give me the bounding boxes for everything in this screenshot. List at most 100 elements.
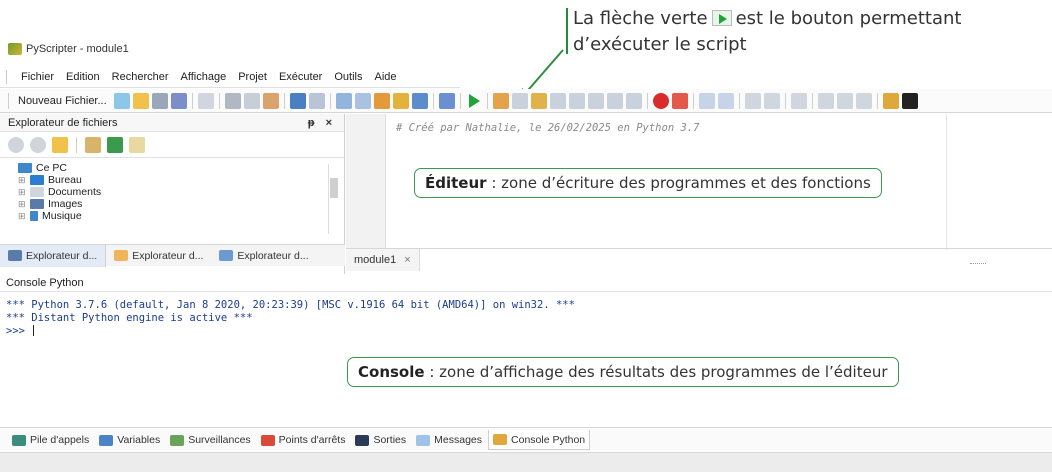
folder-up-icon[interactable] — [52, 136, 68, 153]
toggle-breakpoint-icon[interactable] — [671, 92, 688, 109]
expand-icon[interactable]: ⊞ — [18, 199, 26, 210]
copy-icon[interactable] — [243, 92, 260, 109]
forward-icon[interactable] — [717, 92, 734, 109]
indent-icon[interactable] — [744, 92, 761, 109]
menu-affichage[interactable]: Affichage — [175, 71, 233, 83]
new-file-button[interactable]: Nouveau Fichier... — [14, 95, 111, 107]
pane-pin-close-controls[interactable]: ᵽ × — [308, 117, 336, 129]
view-icon[interactable] — [85, 136, 101, 153]
redo-icon[interactable] — [308, 92, 325, 109]
tree-item-bureau[interactable]: ⊞ Bureau — [18, 174, 344, 186]
tree-item-ce-pc[interactable]: Ce PC — [18, 162, 344, 174]
tree-item-musique[interactable]: ⊞ Musique — [18, 210, 344, 222]
debug-icon[interactable] — [492, 92, 509, 109]
toolbar-separator — [218, 92, 220, 109]
menu-executer[interactable]: Exécuter — [273, 71, 328, 83]
tab-explorer-2[interactable]: Explorateur d... — [106, 245, 211, 267]
list-icon[interactable] — [817, 92, 834, 109]
python-icon[interactable] — [882, 92, 899, 109]
breakpoint-icon[interactable] — [652, 92, 669, 109]
toolbar-separator — [738, 92, 740, 109]
pyscripter-window: La flèche verte est le bouton permettant … — [0, 0, 1052, 472]
file-explorer-pane: Explorateur de fichiers ᵽ × Ce PC ⊞ Bure… — [0, 114, 345, 274]
expand-icon[interactable]: ⊞ — [18, 187, 26, 198]
replace-icon[interactable] — [373, 92, 390, 109]
tab-output[interactable]: Sorties — [351, 430, 410, 450]
menu-fichier[interactable]: Fichier — [15, 71, 60, 83]
menu-aide[interactable]: Aide — [368, 71, 402, 83]
find-next-icon[interactable] — [354, 92, 371, 109]
text-caret — [33, 325, 35, 336]
tree-item-images[interactable]: ⊞ Images — [18, 198, 344, 210]
comment-icon[interactable] — [790, 92, 807, 109]
step-into-icon[interactable] — [530, 92, 547, 109]
undo-icon[interactable] — [289, 92, 306, 109]
scrollbar-thumb[interactable] — [330, 178, 338, 198]
menu-edition[interactable]: Edition — [60, 71, 106, 83]
watches-icon — [170, 434, 185, 446]
project-explorer-icon — [114, 250, 129, 261]
tab-label: module1 — [354, 253, 397, 266]
tree-item-documents[interactable]: ⊞ Documents — [18, 186, 344, 198]
annotation-text-1: La flèche verte — [573, 8, 708, 29]
highlight-icon[interactable] — [392, 92, 409, 109]
print-icon[interactable] — [197, 92, 214, 109]
console-line: *** Distant Python engine is active *** — [6, 312, 253, 324]
tab-watches[interactable]: Surveillances — [166, 430, 254, 450]
python-engine-icon[interactable] — [438, 92, 455, 109]
tab-explorer-3[interactable]: Explorateur d... — [211, 245, 316, 267]
forward-icon[interactable] — [30, 136, 46, 153]
find-in-files-icon[interactable] — [411, 92, 428, 109]
search-icon[interactable] — [335, 92, 352, 109]
breakpoints-icon — [260, 434, 275, 446]
new-document-icon[interactable] — [113, 92, 130, 109]
tab-module1[interactable]: module1 × — [346, 248, 420, 271]
tree-scrollbar[interactable] — [328, 164, 338, 234]
save-all-icon[interactable] — [170, 92, 187, 109]
tab-messages[interactable]: Messages — [412, 430, 486, 450]
pyscripter-logo-icon — [8, 43, 22, 55]
tab-call-stack[interactable]: Pile d'appels — [8, 430, 93, 450]
menu-outils[interactable]: Outils — [328, 71, 368, 83]
back-icon[interactable] — [698, 92, 715, 109]
favorites-icon[interactable] — [129, 136, 145, 153]
tab-explorer-1[interactable]: Explorateur d... — [0, 244, 107, 267]
menu-projet[interactable]: Projet — [232, 71, 273, 83]
step-out-icon[interactable] — [568, 92, 585, 109]
cut-icon[interactable] — [224, 92, 241, 109]
run-to-cursor-icon[interactable] — [511, 92, 528, 109]
play-icon — [711, 10, 732, 26]
save-icon[interactable] — [151, 92, 168, 109]
open-folder-icon[interactable] — [132, 92, 149, 109]
paste-icon[interactable] — [262, 92, 279, 109]
run-icon[interactable] — [466, 93, 482, 109]
console-prompt[interactable]: >>> — [6, 325, 35, 337]
expand-icon[interactable]: ⊞ — [18, 175, 26, 186]
tab-label: Variables — [117, 434, 161, 446]
console-header: Console Python — [0, 274, 1052, 292]
filter-icon[interactable] — [107, 136, 123, 153]
wrap-icon[interactable] — [836, 92, 853, 109]
pause-icon[interactable] — [587, 92, 604, 109]
abort-icon[interactable] — [606, 92, 623, 109]
menu-rechercher[interactable]: Rechercher — [106, 71, 175, 83]
tab-label: Explorateur d... — [26, 249, 98, 262]
toolbar-separator — [784, 92, 786, 109]
toolbar-separator — [283, 92, 285, 109]
splitter-grip[interactable] — [970, 263, 986, 265]
back-icon[interactable] — [8, 136, 24, 153]
dedent-icon[interactable] — [763, 92, 780, 109]
status-bar — [0, 452, 1052, 472]
tab-breakpoints[interactable]: Points d'arrêts — [257, 430, 350, 450]
tab-variables[interactable]: Variables — [95, 430, 164, 450]
expand-icon[interactable]: ⊞ — [18, 211, 26, 222]
documents-icon — [30, 187, 44, 197]
tab-python-console[interactable]: Console Python — [488, 430, 591, 450]
python-icon — [493, 434, 508, 445]
clear-breakpoints-icon[interactable] — [625, 92, 642, 109]
paragraph-icon[interactable] — [855, 92, 872, 109]
tab-label: Pile d'appels — [30, 434, 90, 446]
terminal-icon[interactable] — [901, 92, 918, 109]
close-icon[interactable]: × — [404, 254, 410, 266]
step-over-icon[interactable] — [549, 92, 566, 109]
